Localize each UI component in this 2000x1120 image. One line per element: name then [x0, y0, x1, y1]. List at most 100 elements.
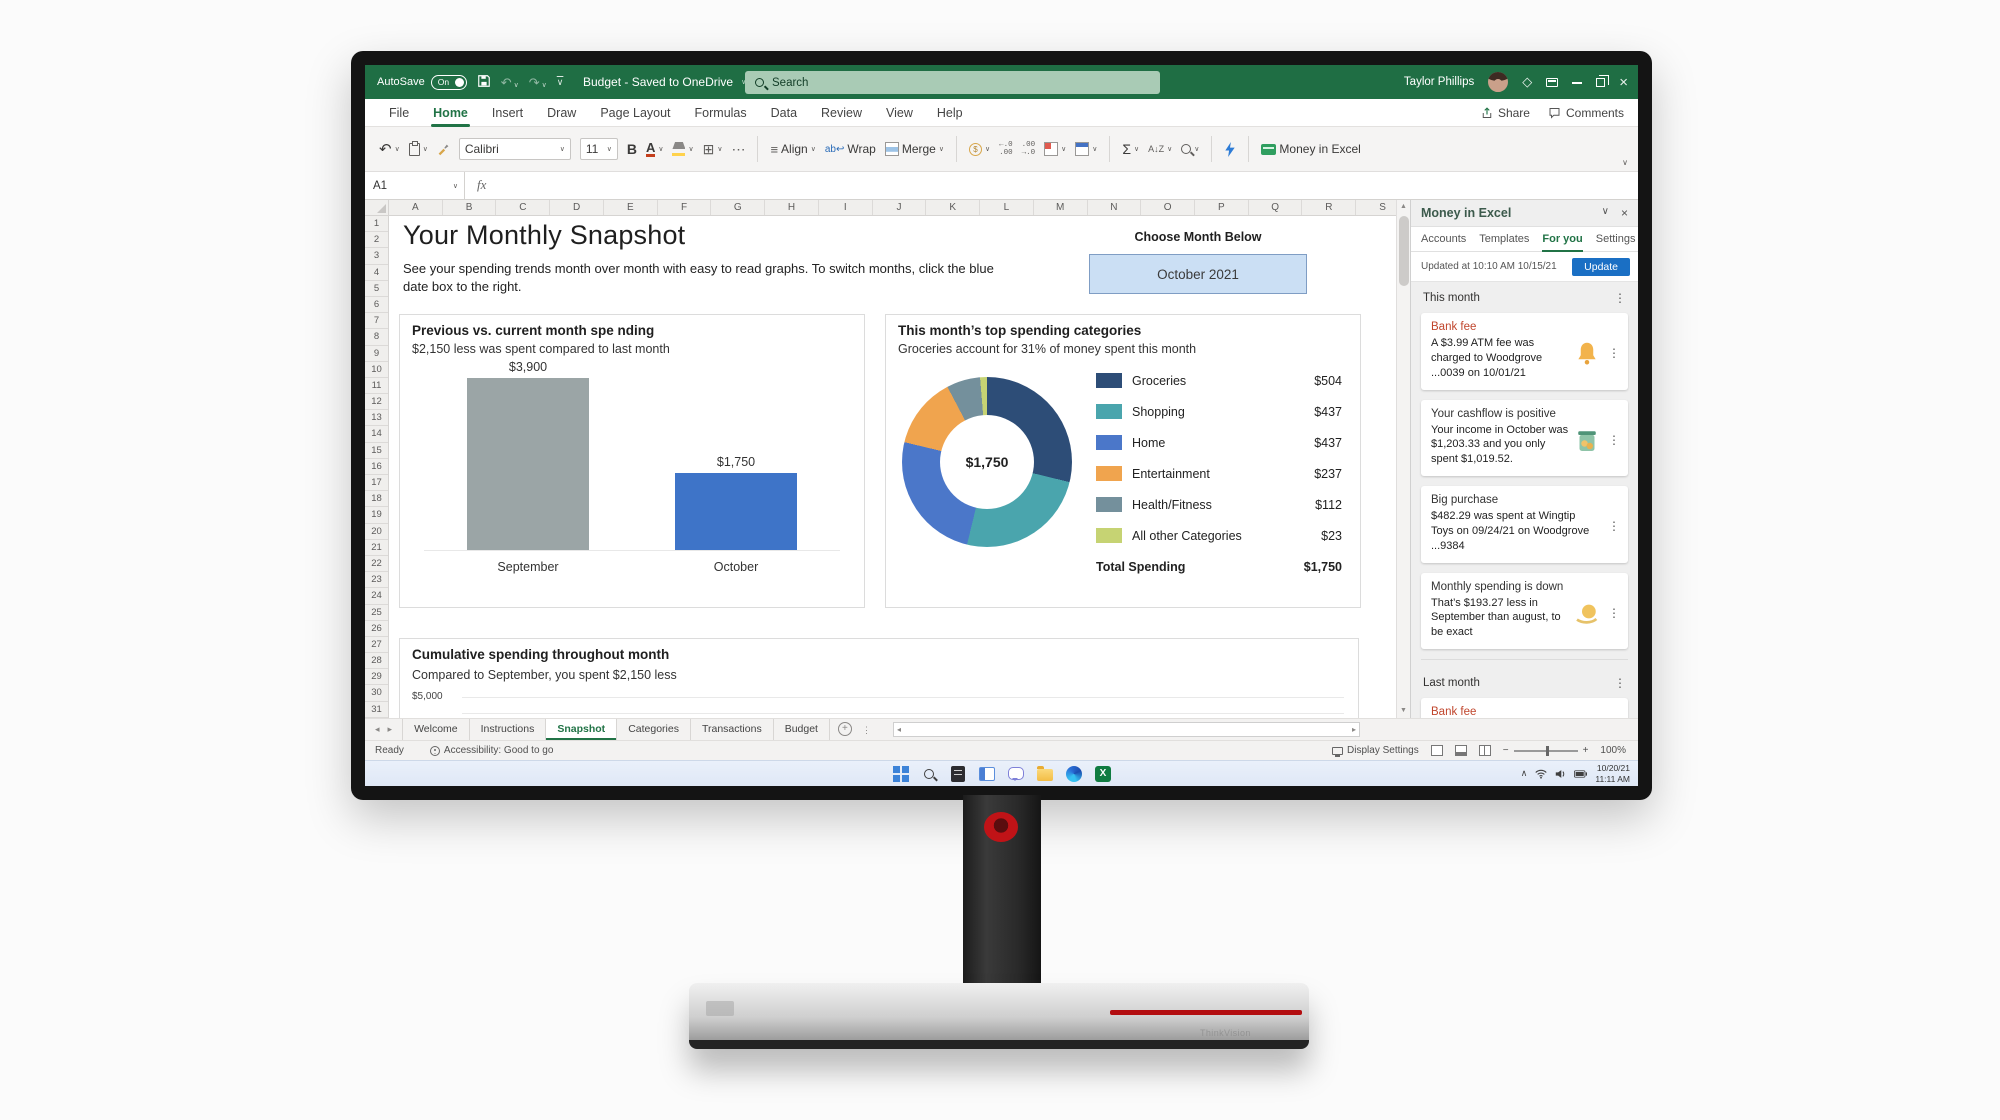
- column-header-O[interactable]: O: [1141, 200, 1195, 215]
- row-header-1[interactable]: 1: [365, 216, 388, 232]
- row-header-17[interactable]: 17: [365, 475, 388, 491]
- section-menu-icon[interactable]: ⋮: [1614, 676, 1626, 690]
- select-all-corner[interactable]: [365, 200, 389, 215]
- chat-icon[interactable]: [1008, 765, 1025, 782]
- hscroll-right-icon[interactable]: ▸: [1352, 725, 1356, 734]
- avatar[interactable]: [1488, 72, 1508, 92]
- row-header-22[interactable]: 22: [365, 556, 388, 572]
- user-name[interactable]: Taylor Phillips: [1404, 76, 1474, 88]
- row-header-9[interactable]: 9: [365, 346, 388, 362]
- number-format-button[interactable]: $∨: [969, 143, 990, 156]
- update-button[interactable]: Update: [1572, 258, 1630, 276]
- taskview-icon[interactable]: [979, 765, 996, 782]
- zoom-level[interactable]: 100%: [1600, 745, 1626, 756]
- more-formatting-button[interactable]: ⋯: [731, 141, 745, 158]
- column-header-F[interactable]: F: [658, 200, 712, 215]
- name-box[interactable]: A1 ∨: [365, 172, 465, 199]
- taskbar-search-icon[interactable]: [921, 765, 938, 782]
- row-header-23[interactable]: 23: [365, 572, 388, 588]
- format-as-table-button[interactable]: ∨: [1075, 142, 1097, 156]
- fx-icon[interactable]: fx: [477, 177, 486, 193]
- autosave-toggle[interactable]: AutoSave On: [377, 75, 467, 90]
- excel-icon[interactable]: X: [1095, 765, 1112, 782]
- scroll-up-icon[interactable]: ▲: [1397, 200, 1410, 214]
- row-header-26[interactable]: 26: [365, 621, 388, 637]
- worksheet-area[interactable]: Your Monthly Snapshot See your spending …: [389, 216, 1396, 718]
- battery-icon[interactable]: [1574, 770, 1587, 778]
- sheet-tab-snapshot[interactable]: Snapshot: [546, 719, 617, 740]
- column-header-C[interactable]: C: [496, 200, 550, 215]
- section-menu-icon[interactable]: ⋮: [1614, 291, 1626, 305]
- zoom-in-icon[interactable]: +: [1583, 745, 1589, 756]
- page-layout-view-icon[interactable]: [1455, 745, 1467, 756]
- menu-tab-review[interactable]: Review: [821, 106, 862, 120]
- menu-tab-page-layout[interactable]: Page Layout: [600, 106, 670, 120]
- row-header-21[interactable]: 21: [365, 540, 388, 556]
- row-header-29[interactable]: 29: [365, 669, 388, 685]
- menu-tab-home[interactable]: Home: [433, 106, 468, 120]
- analyze-data-button[interactable]: [1224, 142, 1236, 157]
- row-header-7[interactable]: 7: [365, 313, 388, 329]
- panel-collapse-icon[interactable]: ∨: [1602, 206, 1609, 220]
- font-color-button[interactable]: A∨: [646, 141, 664, 158]
- column-header-A[interactable]: A: [389, 200, 443, 215]
- align-button[interactable]: ≡Align∨: [770, 142, 815, 157]
- font-size-select[interactable]: 11∨: [580, 138, 618, 160]
- row-header-31[interactable]: 31: [365, 702, 388, 718]
- card-menu-icon[interactable]: ⋮: [1608, 606, 1620, 620]
- add-sheet-button[interactable]: +: [838, 722, 852, 736]
- row-header-13[interactable]: 13: [365, 410, 388, 426]
- row-header-8[interactable]: 8: [365, 329, 388, 345]
- redo-icon[interactable]: ↷∨: [529, 76, 547, 89]
- taskbar-clock[interactable]: 10/20/21 11:11 AM: [1595, 763, 1630, 783]
- dark-app-icon[interactable]: [950, 765, 967, 782]
- column-header-I[interactable]: I: [819, 200, 873, 215]
- sheet-tab-budget[interactable]: Budget: [774, 719, 830, 740]
- vertical-scrollbar[interactable]: ▲ ▼: [1396, 200, 1410, 718]
- tray-chevron-icon[interactable]: ∧: [1521, 768, 1528, 779]
- search-input[interactable]: Search: [745, 71, 1160, 94]
- column-header-K[interactable]: K: [926, 200, 980, 215]
- row-header-25[interactable]: 25: [365, 605, 388, 621]
- card-menu-icon[interactable]: ⋮: [1608, 346, 1620, 360]
- card-menu-icon[interactable]: ⋮: [1608, 433, 1620, 447]
- row-header-10[interactable]: 10: [365, 362, 388, 378]
- autosave-switch[interactable]: On: [431, 75, 467, 90]
- save-icon[interactable]: [477, 74, 491, 90]
- quick-access-customize-icon[interactable]: ∨: [557, 78, 564, 87]
- column-header-D[interactable]: D: [550, 200, 604, 215]
- menu-tab-formulas[interactable]: Formulas: [695, 106, 747, 120]
- hscroll-left-icon[interactable]: ◂: [897, 725, 901, 734]
- sheet-tab-welcome[interactable]: Welcome: [402, 719, 470, 740]
- sheet-tab-transactions[interactable]: Transactions: [691, 719, 774, 740]
- row-header-15[interactable]: 15: [365, 443, 388, 459]
- column-header-H[interactable]: H: [765, 200, 819, 215]
- merge-button[interactable]: Merge∨: [885, 142, 944, 156]
- close-button[interactable]: ×: [1619, 74, 1628, 91]
- menu-tab-insert[interactable]: Insert: [492, 106, 523, 120]
- undo-button[interactable]: ↶∨: [379, 140, 400, 158]
- menu-tab-draw[interactable]: Draw: [547, 106, 576, 120]
- undo-icon[interactable]: ↶∨: [501, 76, 519, 89]
- zoom-out-icon[interactable]: −: [1503, 745, 1509, 756]
- insight-card-your-cashflow-is-positive[interactable]: Your cashflow is positiveYour income in …: [1421, 400, 1628, 477]
- fill-color-button[interactable]: ∨: [672, 142, 693, 156]
- row-header-12[interactable]: 12: [365, 394, 388, 410]
- row-header-20[interactable]: 20: [365, 524, 388, 540]
- row-header-14[interactable]: 14: [365, 426, 388, 442]
- normal-view-icon[interactable]: [1431, 745, 1443, 756]
- menu-tab-file[interactable]: File: [389, 106, 409, 120]
- insight-card-monthly-spending-is-down[interactable]: Monthly spending is downThat’s $193.27 l…: [1421, 573, 1628, 650]
- conditional-formatting-button[interactable]: ∨: [1044, 142, 1066, 156]
- sheet-nav-right-icon[interactable]: ▸: [388, 724, 393, 735]
- wifi-icon[interactable]: [1535, 769, 1547, 779]
- row-header-24[interactable]: 24: [365, 588, 388, 604]
- bar-october[interactable]: [675, 473, 797, 550]
- row-header-30[interactable]: 30: [365, 685, 388, 701]
- menu-tab-view[interactable]: View: [886, 106, 913, 120]
- column-header-P[interactable]: P: [1195, 200, 1249, 215]
- restore-button[interactable]: [1596, 75, 1605, 90]
- row-header-2[interactable]: 2: [365, 232, 388, 248]
- minimize-button[interactable]: [1572, 75, 1582, 90]
- row-header-6[interactable]: 6: [365, 297, 388, 313]
